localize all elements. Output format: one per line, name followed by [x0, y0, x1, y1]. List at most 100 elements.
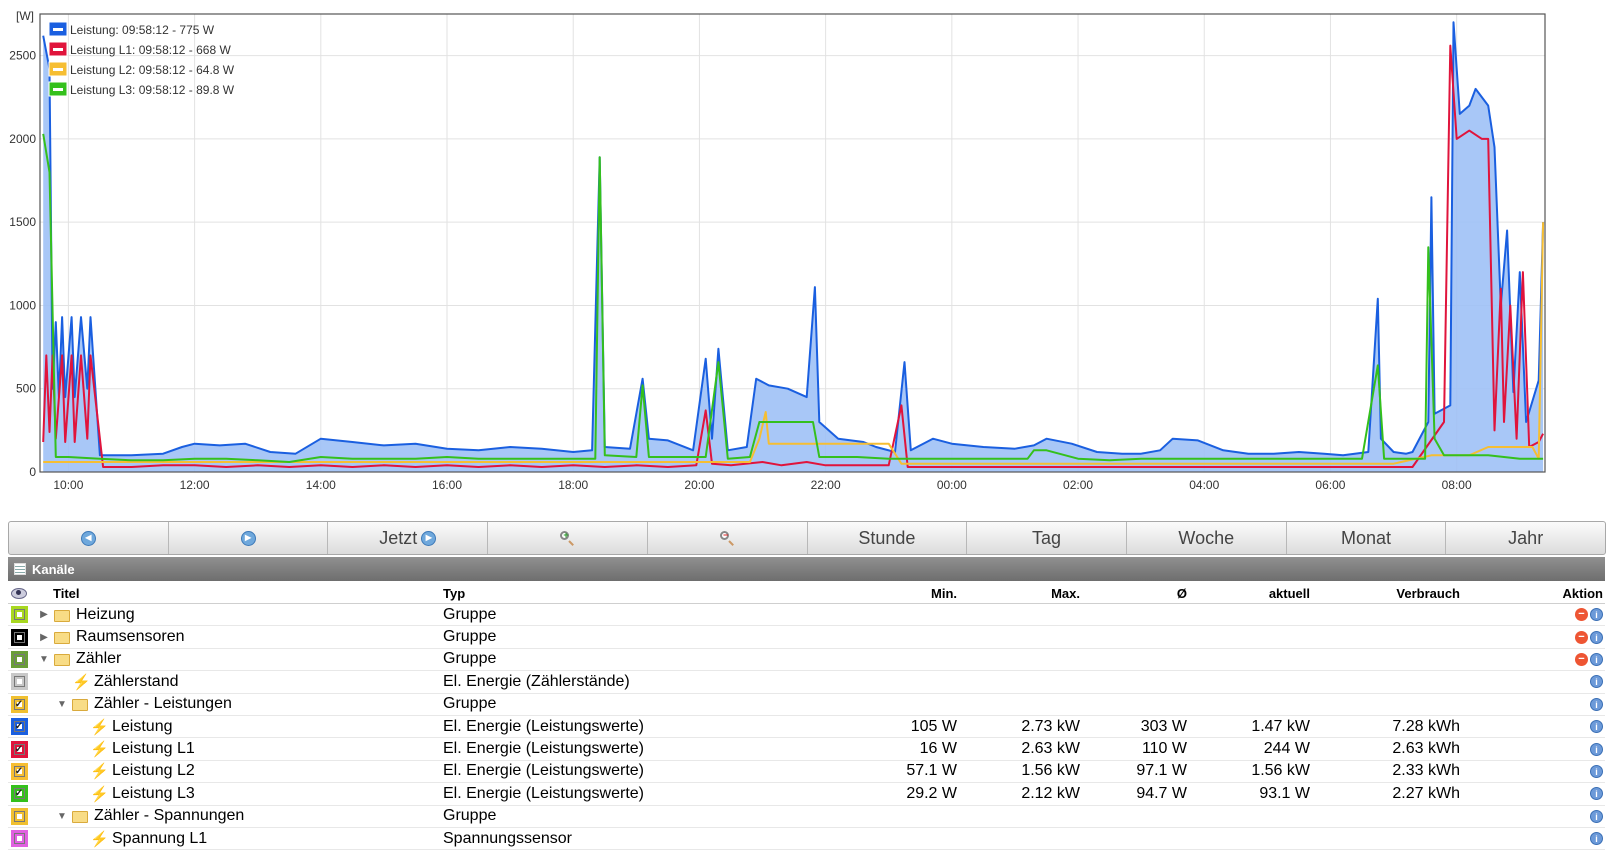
info-icon[interactable]: i	[1590, 652, 1603, 666]
visibility-checkbox[interactable]: ✓	[10, 695, 28, 713]
visibility-checkbox[interactable]	[10, 830, 28, 848]
visibility-checkbox[interactable]: ✓	[10, 718, 28, 736]
channel-type: El. Energie (Leistungswerte)	[443, 784, 644, 802]
zoom-out-button[interactable]: −	[648, 522, 808, 554]
channel-color-checkbox-cell[interactable]: ✓	[10, 783, 28, 804]
table-row[interactable]: ▼ Zähler - Spannungen Gruppe i	[8, 806, 1605, 828]
expand-arrow-icon[interactable]: ▶	[38, 609, 50, 620]
skip-back-button[interactable]: ◀	[9, 522, 169, 554]
channel-title-cell[interactable]: ▼ Zähler - Leistungen	[56, 694, 232, 715]
legend-entry-0: Leistung: 09:58:12 - 775 W	[70, 23, 215, 37]
skip-forward-button[interactable]: ▶	[169, 522, 329, 554]
visibility-checkbox[interactable]	[10, 650, 28, 668]
channel-title: Zählerstand	[94, 672, 179, 690]
info-icon[interactable]: i	[1590, 675, 1603, 689]
delete-icon[interactable]: −	[1575, 630, 1588, 644]
channel-title-cell[interactable]: ⚡ Leistung L1	[74, 738, 195, 759]
channel-title-cell[interactable]: ⚡ Leistung L3	[74, 783, 195, 804]
visibility-checkbox[interactable]: ✓	[10, 785, 28, 803]
now-button[interactable]: Jetzt ▶	[328, 522, 489, 554]
delete-icon[interactable]: −	[1575, 608, 1588, 622]
table-row[interactable]: ✓ ⚡ Leistung L3 El. Energie (Leistungswer…	[8, 783, 1605, 806]
range-month-button[interactable]: Monat	[1287, 522, 1447, 554]
channel-color-checkbox-cell[interactable]	[10, 671, 28, 692]
channel-color-checkbox-cell[interactable]: ✓	[10, 761, 28, 782]
column-header-max[interactable]: Max.	[1051, 583, 1080, 603]
range-week-button[interactable]: Woche	[1127, 522, 1287, 554]
channel-consumption: 7.28 kWh	[1392, 717, 1460, 735]
table-icon	[14, 563, 26, 575]
table-row[interactable]: ⚡ Spannung L1 Spannungssensor i	[8, 828, 1605, 850]
visibility-checkbox[interactable]: ✓	[10, 762, 28, 780]
visibility-checkbox[interactable]	[10, 628, 28, 646]
channel-color-checkbox-cell[interactable]	[10, 604, 28, 625]
channel-title-cell[interactable]: ⚡ Spannung L1	[74, 828, 207, 849]
column-header-current[interactable]: aktuell	[1269, 583, 1310, 603]
range-year-button[interactable]: Jahr	[1446, 522, 1605, 554]
y-tick-label: 1000	[9, 298, 36, 312]
channel-title-cell[interactable]: ⚡ Leistung L2	[74, 761, 195, 782]
table-row[interactable]: ▶ Heizung Gruppe − i	[8, 604, 1605, 627]
chart-canvas[interactable]: 0 500 1000 1500 2000 2500 [W] 10:00 12:00 14:00 16…	[0, 0, 1615, 520]
channel-title: Leistung L1	[112, 740, 195, 758]
table-row[interactable]: ✓ ⚡ Leistung L2 El. Energie (Leistungswer…	[8, 761, 1605, 784]
lightning-icon: ⚡	[90, 763, 109, 781]
visibility-checkbox[interactable]	[10, 673, 28, 691]
table-row[interactable]: ▼ Zähler Gruppe − i	[8, 649, 1605, 672]
info-icon[interactable]: i	[1590, 720, 1603, 734]
channel-color-checkbox-cell[interactable]	[10, 806, 28, 827]
channel-color-checkbox-cell[interactable]	[10, 626, 28, 647]
table-row[interactable]: ✓ ⚡ Leistung El. Energie (Leistungswerte)…	[8, 716, 1605, 739]
expand-arrow-icon[interactable]: ▶	[38, 632, 50, 643]
table-row[interactable]: ⚡ Zählerstand El. Energie (Zählerstände) …	[8, 671, 1605, 694]
collapse-arrow-icon[interactable]: ▼	[56, 699, 68, 710]
info-icon[interactable]: i	[1590, 630, 1603, 644]
channel-color-checkbox-cell[interactable]: ✓	[10, 738, 28, 759]
channel-title-cell[interactable]: ▼ Zähler	[38, 649, 121, 670]
channel-color-checkbox-cell[interactable]: ✓	[10, 716, 28, 737]
visibility-checkbox[interactable]	[10, 606, 28, 624]
info-icon[interactable]: i	[1590, 697, 1603, 711]
x-tick-label: 18:00	[558, 478, 588, 492]
range-hour-button[interactable]: Stunde	[808, 522, 968, 554]
collapse-arrow-icon[interactable]: ▼	[38, 654, 50, 665]
column-header-average[interactable]: Ø	[1177, 583, 1187, 603]
column-header-type[interactable]: Typ	[443, 583, 465, 603]
lightning-icon: ⚡	[90, 830, 109, 848]
table-row[interactable]: ✓ ⚡ Leistung L1 El. Energie (Leistungswer…	[8, 738, 1605, 761]
info-icon[interactable]: i	[1590, 764, 1603, 778]
channel-type: El. Energie (Leistungswerte)	[443, 740, 644, 758]
channel-color-checkbox-cell[interactable]	[10, 649, 28, 670]
range-day-button[interactable]: Tag	[967, 522, 1127, 554]
visibility-checkbox[interactable]: ✓	[10, 740, 28, 758]
channel-color-checkbox-cell[interactable]	[10, 828, 28, 849]
channel-title: Zähler - Leistungen	[94, 695, 232, 713]
column-header-consumption[interactable]: Verbrauch	[1396, 583, 1460, 603]
delete-icon[interactable]: −	[1575, 652, 1588, 666]
channel-title-cell[interactable]: ⚡ Zählerstand	[56, 671, 179, 692]
info-icon[interactable]: i	[1590, 742, 1603, 756]
column-header-min[interactable]: Min.	[931, 583, 957, 603]
info-icon[interactable]: i	[1590, 787, 1603, 801]
channel-actions: i	[1590, 694, 1603, 715]
power-chart[interactable]: 0 500 1000 1500 2000 2500 [W] 10:00 12:00 14:00 16…	[0, 0, 1615, 520]
channel-title-cell[interactable]: ▶ Heizung	[38, 604, 135, 625]
channel-title-cell[interactable]: ▼ Zähler - Spannungen	[56, 806, 244, 827]
channel-max: 1.56 kW	[1021, 762, 1080, 780]
channel-title-cell[interactable]: ⚡ Leistung	[74, 716, 173, 737]
column-header-action: Aktion	[1562, 585, 1603, 601]
info-icon[interactable]: i	[1590, 809, 1603, 823]
table-header-row: Titel Typ Min. Max. Ø aktuell Verbrauch …	[8, 583, 1605, 604]
visibility-checkbox[interactable]	[10, 807, 28, 825]
channel-current: 1.47 kW	[1251, 717, 1310, 735]
collapse-arrow-icon[interactable]: ▼	[56, 811, 68, 822]
zoom-in-button[interactable]: +	[488, 522, 648, 554]
folder-icon	[72, 699, 88, 712]
info-icon[interactable]: i	[1590, 608, 1603, 622]
column-header-title[interactable]: Titel	[53, 583, 80, 603]
channel-title-cell[interactable]: ▶ Raumsensoren	[38, 626, 184, 647]
table-row[interactable]: ✓ ▼ Zähler - Leistungen Gruppe i	[8, 694, 1605, 716]
channel-color-checkbox-cell[interactable]: ✓	[10, 694, 28, 715]
table-row[interactable]: ▶ Raumsensoren Gruppe − i	[8, 626, 1605, 649]
info-icon[interactable]: i	[1590, 832, 1603, 846]
